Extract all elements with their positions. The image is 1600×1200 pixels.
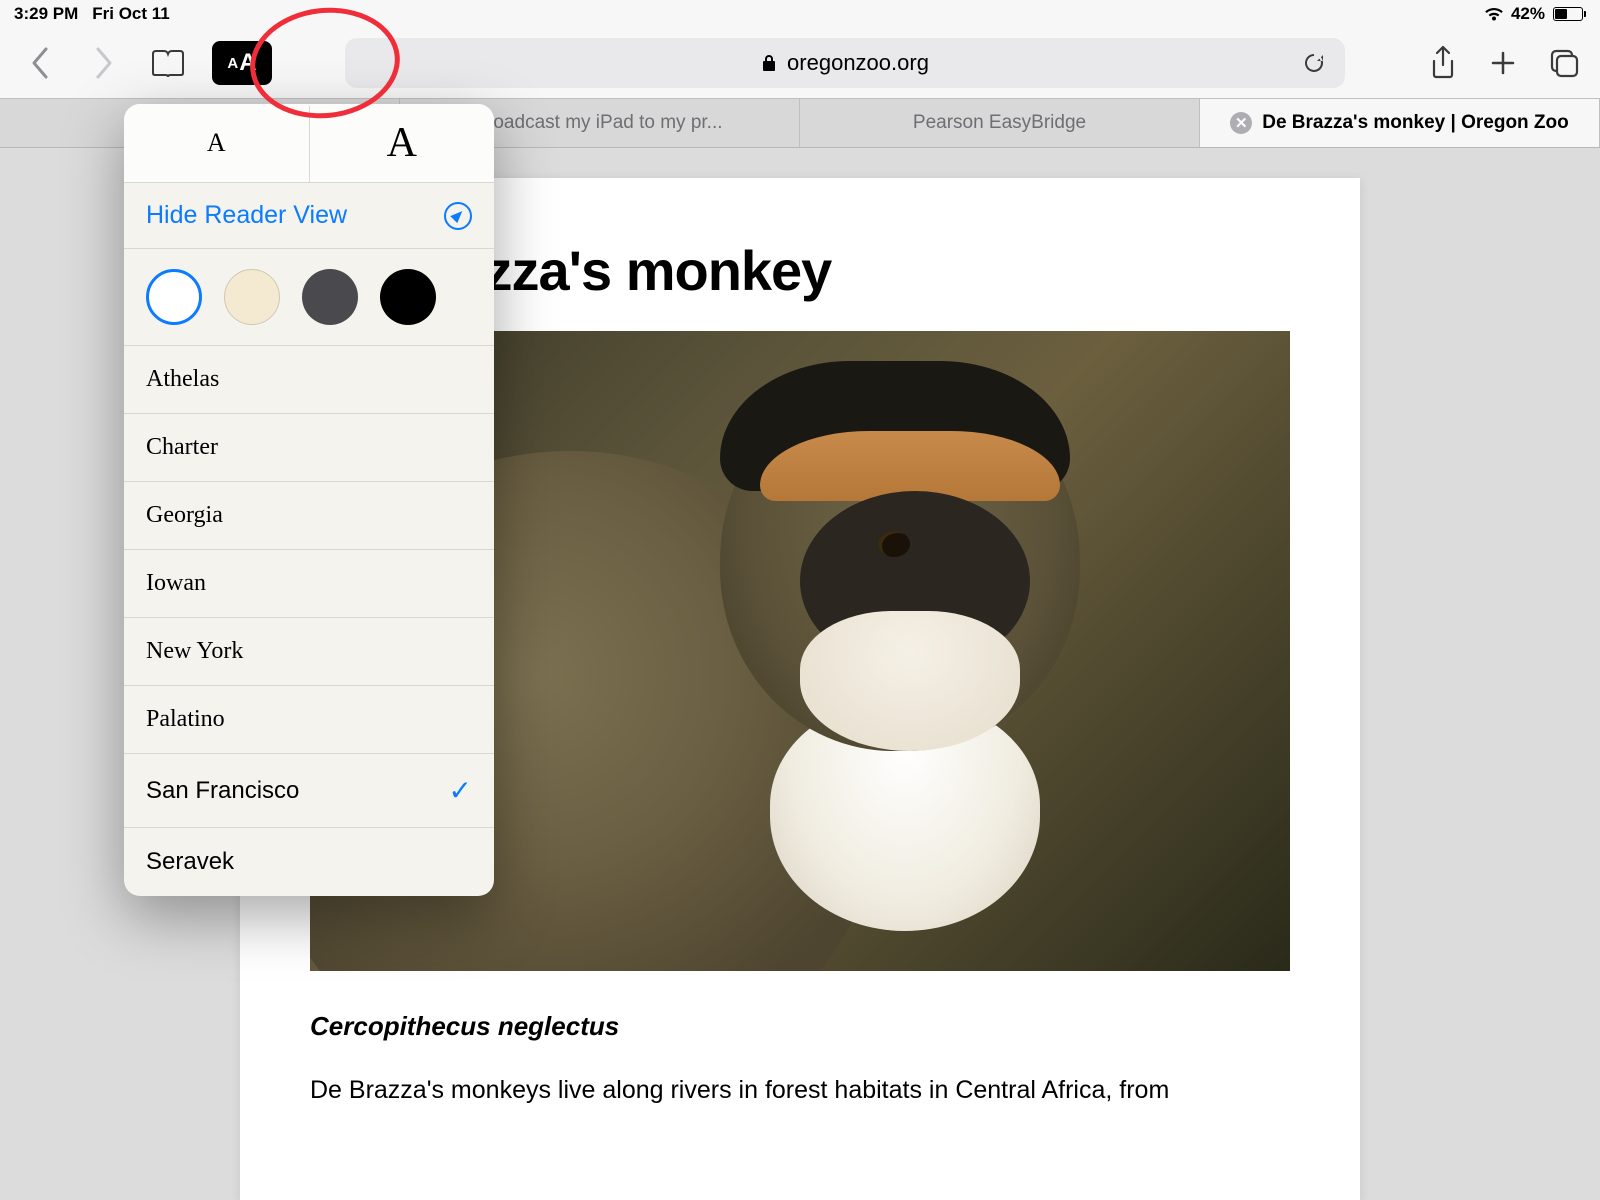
tab-pearson[interactable]: Pearson EasyBridge	[800, 99, 1200, 147]
font-label: Athelas	[146, 366, 219, 393]
font-charter[interactable]: Charter	[124, 414, 494, 482]
tab-label: Pearson EasyBridge	[913, 112, 1086, 134]
decrease-text-size-button[interactable]: A	[124, 104, 310, 182]
font-iowan[interactable]: Iowan	[124, 550, 494, 618]
theme-row	[124, 249, 494, 346]
url-bar[interactable]: oregonzoo.org	[345, 38, 1345, 88]
status-bar: 3:29 PM Fri Oct 11 42%	[0, 0, 1600, 28]
hide-reader-row[interactable]: Hide Reader View	[124, 182, 494, 249]
font-label: New York	[146, 638, 243, 665]
big-a-icon: A	[239, 49, 256, 77]
text-size-row: A A	[124, 104, 494, 182]
font-label: Palatino	[146, 706, 225, 733]
theme-white[interactable]	[146, 269, 202, 325]
reader-aa-button[interactable]: AA	[212, 41, 272, 85]
battery-icon	[1551, 7, 1586, 21]
font-new-york[interactable]: New York	[124, 618, 494, 686]
font-seravek[interactable]: Seravek	[124, 828, 494, 896]
article-body: De Brazza's monkeys live along rivers in…	[310, 1072, 1290, 1110]
font-label: Georgia	[146, 502, 223, 529]
tab-oregon-zoo[interactable]: ✕ De Brazza's monkey | Oregon Zoo	[1200, 99, 1600, 147]
status-time: 3:29 PM	[14, 4, 78, 24]
tab-label: broadcast my iPad to my pr...	[476, 112, 722, 134]
font-label: San Francisco	[146, 777, 299, 805]
theme-black[interactable]	[380, 269, 436, 325]
url-host: oregonzoo.org	[787, 50, 929, 76]
scientific-name: Cercopithecus neglectus	[310, 1011, 1290, 1042]
font-athelas[interactable]: Athelas	[124, 346, 494, 414]
small-a-icon: A	[227, 55, 238, 72]
hide-reader-label: Hide Reader View	[146, 201, 347, 230]
bookmarks-button[interactable]	[148, 43, 188, 83]
back-button[interactable]	[20, 43, 60, 83]
tab-label: De Brazza's monkey | Oregon Zoo	[1262, 112, 1569, 134]
close-tab-button[interactable]: ✕	[1230, 112, 1252, 134]
new-tab-button[interactable]	[1488, 48, 1518, 78]
check-icon: ✓	[449, 774, 472, 807]
tabs-overview-button[interactable]	[1548, 47, 1580, 79]
share-button[interactable]	[1428, 45, 1458, 81]
browser-toolbar: AA oregonzoo.org	[0, 28, 1600, 98]
reader-popover: A A Hide Reader View Athelas Charter Geo…	[124, 104, 494, 896]
font-label: Charter	[146, 434, 218, 461]
wifi-icon	[1483, 6, 1505, 22]
font-palatino[interactable]: Palatino	[124, 686, 494, 754]
font-label: Iowan	[146, 570, 206, 597]
battery-percent: 42%	[1511, 4, 1545, 24]
theme-gray[interactable]	[302, 269, 358, 325]
reload-button[interactable]	[1301, 50, 1327, 76]
lock-icon	[761, 54, 777, 72]
font-georgia[interactable]: Georgia	[124, 482, 494, 550]
status-date: Fri Oct 11	[92, 4, 169, 24]
increase-text-size-button[interactable]: A	[310, 104, 495, 182]
theme-sepia[interactable]	[224, 269, 280, 325]
forward-button[interactable]	[84, 43, 124, 83]
font-san-francisco[interactable]: San Francisco ✓	[124, 754, 494, 828]
font-label: Seravek	[146, 848, 234, 876]
compass-icon	[444, 202, 472, 230]
